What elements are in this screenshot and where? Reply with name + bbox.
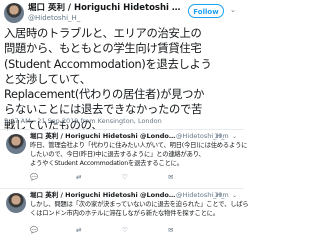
avatar[interactable] — [4, 3, 24, 23]
like-icon[interactable]: ♡ — [122, 173, 128, 181]
chevron-down-icon[interactable]: ⌄ — [232, 191, 237, 200]
tweet-line: 昨日、管理会社より「代わりに住みたい人がいて、明日(今日)には住めるように — [30, 142, 248, 149]
chevron-down-icon[interactable]: ⌄ — [232, 132, 237, 141]
tweet-line: と交渉していて、 — [4, 72, 91, 86]
timestamp[interactable]: · 10m — [210, 132, 229, 141]
direct-message-icon[interactable]: ✉ — [168, 173, 173, 181]
reply-icon[interactable]: 💬 — [30, 226, 38, 234]
tweet-line: Replacement(代わりの居住者)が見つか — [4, 88, 205, 102]
reply-tweet[interactable]: 堀口 英利 / Horiguchi Hidetoshi @London @Hid… — [0, 190, 249, 250]
retweet-icon[interactable]: ⇄ — [76, 173, 81, 181]
tweet-actions: 💬 ⇄ ♡ ✉ — [30, 226, 230, 234]
tweet-line: 入居時のトラブルと、エリアの治安上の — [4, 27, 202, 40]
tweet-meta: 5:47 AM - 21 Sep 2019 from Kensington, L… — [4, 117, 162, 125]
tweet-line: くはロンドン市内のホテルに滞在しながら新たな物件を探すことに。 — [30, 210, 220, 218]
author-handle[interactable]: @Hidetoshi_H_ — [28, 14, 80, 22]
tweet-line: 問題から、もともとの学生向け賃貸住宅 — [4, 42, 202, 56]
avatar[interactable] — [6, 134, 26, 154]
tweet-actions: 💬 ⇄ ♡ ✉ — [30, 173, 230, 181]
tweet-line: らないことには退去できなかったので苦 — [4, 103, 202, 117]
direct-message-icon[interactable]: ✉ — [168, 226, 173, 234]
tweet-line: したいので、今日(昨日)中に退去するように」との連絡があり、 — [30, 151, 205, 159]
reply-tweet[interactable]: 堀口 英利 / Horiguchi Hidetoshi @London @Hid… — [0, 131, 248, 187]
retweet-icon[interactable]: ⇄ — [76, 226, 81, 234]
timestamp[interactable]: 5:47 AM - 21 Sep 2019 from — [4, 117, 96, 125]
timestamp[interactable]: · 10m — [210, 191, 229, 200]
author-name[interactable]: 堀口 英利 / Horiguchi Hidetoshi @London — [30, 132, 176, 141]
tweet-line: ようやくStudent Accommodationを退去することに。 — [30, 160, 183, 168]
reply-icon[interactable]: 💬 — [30, 173, 38, 181]
divider — [0, 129, 244, 130]
like-icon[interactable]: ♡ — [122, 226, 128, 234]
tweet-text: 昨日、管理会社より「代わりに住みたい人がいて、明日(今日)には住めるように した… — [30, 141, 248, 169]
avatar[interactable] — [6, 193, 26, 213]
chevron-down-icon[interactable]: ⌄ — [230, 6, 236, 14]
location[interactable]: Kensington, London — [98, 117, 162, 125]
tweet-line: しかし、問題は「次の家が決まっていないのに退去を迫られた」ことで、しばら — [30, 201, 249, 208]
main-tweet: 堀口 英利 / Horiguchi Hidetoshi @L... @Hidet… — [0, 0, 244, 132]
follow-button[interactable]: Follow — [188, 4, 224, 18]
tweet-text: しかし、問題は「次の家が決まっていないのに退去を迫られた」ことで、しばら くはロ… — [30, 200, 249, 218]
author-name[interactable]: 堀口 英利 / Horiguchi Hidetoshi @L... — [28, 3, 186, 14]
divider — [0, 188, 244, 189]
author-name[interactable]: 堀口 英利 / Horiguchi Hidetoshi @London — [30, 191, 176, 200]
tweet-line: (Student Accommodation)を退去しよう — [4, 57, 212, 71]
